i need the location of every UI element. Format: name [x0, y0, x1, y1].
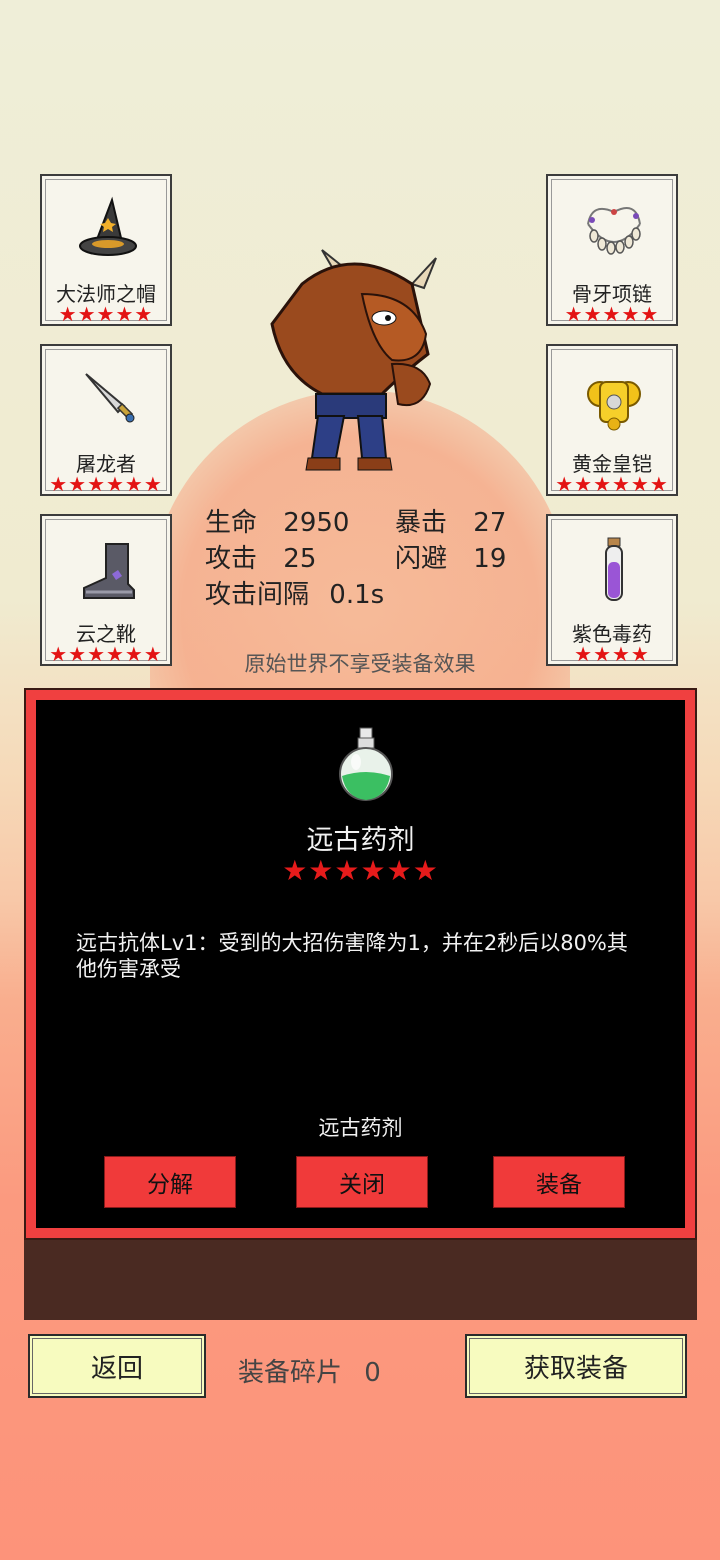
crit-label: 暴击 — [395, 508, 448, 538]
wizard-hat-icon — [79, 196, 137, 256]
item-label: 远古药剂 — [318, 1116, 403, 1140]
world-note: 原始世界不享受装备效果 — [244, 652, 476, 676]
purple-vial-icon — [605, 537, 623, 601]
item-detail-dialog: 远古药剂 ★★★★★★ 远古抗体Lv1：受到的大招伤害降为1，并在2秒后以80%… — [24, 688, 697, 1240]
slot-stars: ★★★★★ — [564, 302, 660, 326]
attack-value: 25 — [283, 544, 317, 574]
item-title: 远古药剂 — [306, 825, 415, 856]
equip-button[interactable]: 装备 — [493, 1156, 625, 1208]
equip-slot-necklace[interactable]: 骨牙项链 ★★★★★ — [546, 174, 678, 326]
item-description: 远古抗体Lv1：受到的大招伤害降为1，并在2秒后以80%其他伤害承受 — [76, 931, 628, 981]
green-potion-icon — [339, 727, 393, 801]
dodge-label: 闪避 — [395, 544, 448, 574]
golden-armor-icon — [587, 381, 641, 431]
minotaur-character — [270, 249, 437, 471]
back-button[interactable]: 返回 — [28, 1334, 206, 1398]
dialog-body: 远古药剂 ★★★★★★ 远古抗体Lv1：受到的大招伤害降为1，并在2秒后以80%… — [36, 700, 685, 1228]
attack-label: 攻击 — [205, 544, 258, 574]
equip-slot-potion[interactable]: 紫色毒药 ★★★★ — [546, 514, 678, 666]
crit-value: 27 — [473, 508, 507, 538]
ground-strip — [24, 1240, 697, 1320]
hp-value: 2950 — [283, 508, 350, 538]
hp-stat: 生命 2950 — [205, 502, 349, 539]
slot-stars: ★★★★★ — [58, 302, 154, 326]
decompose-button[interactable]: 分解 — [104, 1156, 236, 1208]
attack-interval-label: 攻击间隔 — [205, 580, 310, 610]
necklace-icon — [587, 207, 641, 255]
equip-slot-weapon[interactable]: 屠龙者 ★★★★★★ — [40, 344, 172, 496]
equip-slot-boots[interactable]: 云之靴 ★★★★★★ — [40, 514, 172, 666]
crit-stat: 暴击 27 — [395, 502, 506, 539]
shard-value: 0 — [364, 1358, 381, 1388]
hp-label: 生命 — [205, 508, 258, 538]
get-equipment-button[interactable]: 获取装备 — [465, 1334, 687, 1398]
close-button[interactable]: 关闭 — [296, 1156, 428, 1208]
item-stars: ★★★★★★ — [282, 854, 439, 887]
attack-interval-value: 0.1s — [329, 580, 385, 610]
dodge-stat: 闪避 19 — [395, 538, 506, 575]
boot-icon — [83, 543, 135, 599]
dagger-icon — [85, 373, 135, 423]
attack-stat: 攻击 25 — [205, 538, 316, 575]
dodge-value: 19 — [473, 544, 507, 574]
attack-interval-stat: 攻击间隔 0.1s — [205, 574, 384, 611]
shard-label: 装备碎片 — [238, 1358, 343, 1388]
equip-slot-hat[interactable]: 大法师之帽 ★★★★★ — [40, 174, 172, 326]
slot-stars: ★★★★★★ — [49, 472, 163, 496]
equip-slot-armor[interactable]: 黄金皇铠 ★★★★★★ — [546, 344, 678, 496]
shard-counter: 装备碎片 0 — [238, 1352, 381, 1389]
slot-stars: ★★★★★★ — [555, 472, 669, 496]
